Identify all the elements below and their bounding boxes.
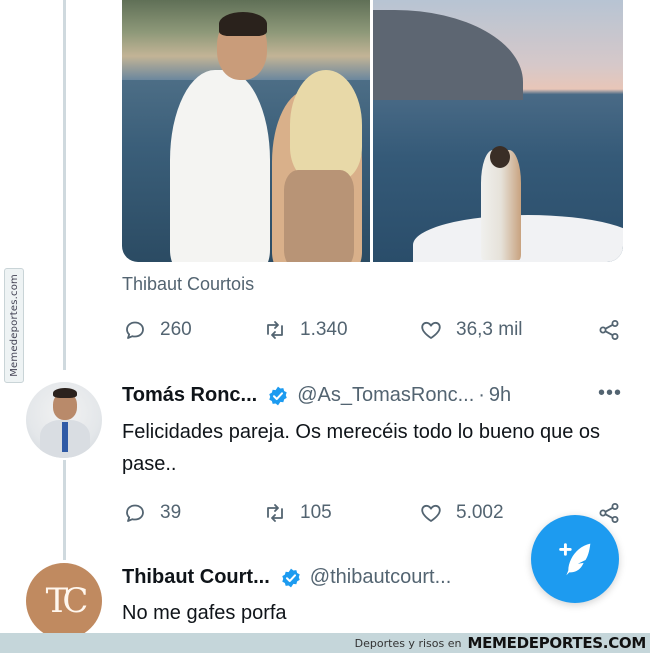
reply-icon bbox=[122, 500, 148, 526]
watermark-brand: MEMEDEPORTES.COM bbox=[467, 634, 646, 652]
compose-tweet-button[interactable] bbox=[531, 515, 619, 603]
reply-icon bbox=[122, 317, 148, 343]
media-photo-couple-on-boat[interactable] bbox=[372, 0, 623, 262]
like-button[interactable]: 36,3 mil bbox=[418, 317, 523, 343]
side-watermark-text: Memedeportes.com bbox=[8, 274, 20, 377]
verified-badge-icon bbox=[269, 386, 287, 405]
thread-connector-line bbox=[63, 0, 66, 370]
side-watermark: Memedeportes.com bbox=[4, 268, 24, 383]
tweet-media-grid[interactable] bbox=[122, 0, 623, 262]
share-button[interactable] bbox=[596, 317, 622, 343]
media-photo-couple-closeup[interactable] bbox=[122, 0, 370, 262]
watermark-bar: Deportes y risos en MEMEDEPORTES.COM bbox=[0, 633, 650, 653]
retweet-count: 105 bbox=[300, 502, 332, 523]
retweet-button[interactable]: 1.340 bbox=[262, 317, 348, 343]
like-count: 36,3 mil bbox=[456, 319, 523, 340]
share-icon bbox=[596, 317, 622, 343]
retweet-icon bbox=[262, 317, 288, 343]
like-count: 5.002 bbox=[456, 502, 504, 523]
tweet-action-bar: 260 1.340 36,3 mil bbox=[122, 315, 627, 345]
display-name[interactable]: Thibaut Court... bbox=[122, 566, 270, 589]
retweet-count: 1.340 bbox=[300, 319, 348, 340]
avatar[interactable] bbox=[26, 382, 102, 458]
like-button[interactable]: 5.002 bbox=[418, 500, 504, 526]
reply-count: 39 bbox=[160, 502, 182, 523]
timestamp[interactable]: 9h bbox=[489, 384, 511, 407]
tweet-text: No me gafes porfa bbox=[122, 602, 287, 624]
reply-header: Tomás Ronc... @As_TomasRonc... · 9h bbox=[122, 384, 511, 407]
reply-button[interactable]: 260 bbox=[122, 317, 192, 343]
avatar-monogram: TC bbox=[45, 581, 89, 621]
thread-connector-line bbox=[63, 460, 66, 560]
heart-icon bbox=[418, 500, 444, 526]
watermark-tagline: Deportes y risos en bbox=[354, 636, 462, 650]
media-author-caption: Thibaut Courtois bbox=[122, 274, 255, 294]
reply-header: Thibaut Court... @thibautcourt... bbox=[122, 566, 451, 589]
more-options-icon[interactable]: ••• bbox=[598, 382, 622, 405]
display-name[interactable]: Tomás Ronc... bbox=[122, 384, 257, 407]
retweet-icon bbox=[262, 500, 288, 526]
verified-badge-icon bbox=[282, 568, 300, 587]
user-handle[interactable]: @thibautcourt... bbox=[310, 566, 451, 589]
separator-dot: · bbox=[478, 384, 485, 406]
compose-tweet-icon bbox=[559, 543, 591, 576]
user-handle[interactable]: @As_TomasRonc... bbox=[297, 384, 474, 407]
heart-icon bbox=[418, 317, 444, 343]
retweet-button[interactable]: 105 bbox=[262, 500, 332, 526]
reply-count: 260 bbox=[160, 319, 192, 340]
tweet-text: Felicidades pareja. Os merecéis todo lo … bbox=[122, 421, 601, 475]
reply-button[interactable]: 39 bbox=[122, 500, 181, 526]
avatar[interactable]: TC bbox=[26, 563, 102, 639]
